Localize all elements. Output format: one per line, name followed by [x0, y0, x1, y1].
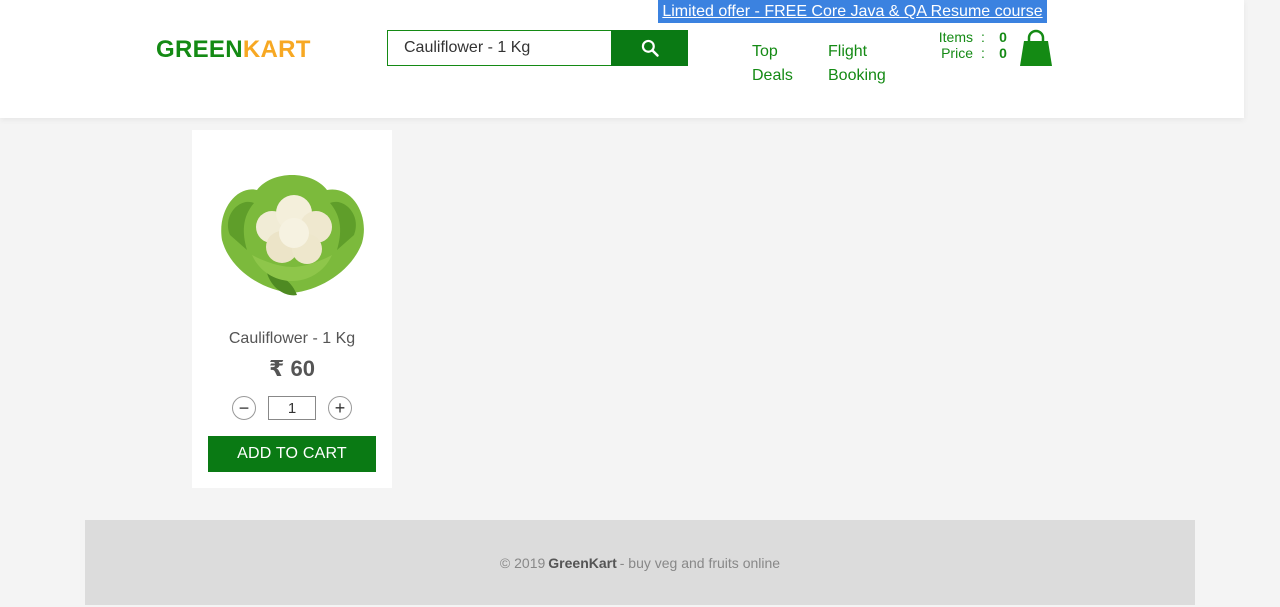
nav-top-deals[interactable]: Top Deals — [752, 40, 793, 88]
brand-logo-kart: KART — [242, 36, 311, 63]
nav-flight-booking[interactable]: Flight Booking — [828, 40, 886, 88]
cart-items-label: Items — [938, 29, 973, 45]
footer-tagline: - buy veg and fruits online — [619, 554, 781, 571]
brand-logo-green: GREEN — [156, 36, 243, 63]
limited-offer-link[interactable]: Limited offer - FREE Core Java & QA Resu… — [658, 0, 1047, 23]
cart-items-separator: : — [981, 29, 985, 45]
cart-price-total: 0 — [999, 45, 1007, 61]
cart-price-label: Price — [941, 45, 973, 61]
search-input[interactable] — [387, 30, 612, 66]
cart-button[interactable] — [1018, 29, 1054, 67]
product-image-cauliflower — [221, 175, 364, 296]
nav-flight-booking-line1: Flight — [828, 43, 868, 60]
footer-brand: GreenKart — [548, 554, 617, 571]
cart-items-count: 0 — [999, 29, 1007, 45]
cart-info: Items : 0 Price : 0 — [920, 29, 1013, 61]
footer-copyright: © 2019 — [499, 554, 546, 571]
nav-top-deals-line1: Top — [752, 43, 778, 60]
search-icon — [641, 39, 659, 57]
nav-top-deals-line2: Deals — [752, 67, 793, 84]
increment-button[interactable]: + — [328, 396, 352, 420]
nav-flight-booking-line2: Booking — [828, 67, 886, 84]
add-to-cart-button[interactable]: ADD TO CART — [208, 436, 376, 472]
brand-logo: GREENKART — [156, 36, 311, 64]
search-button[interactable] — [611, 30, 688, 66]
quantity-input[interactable] — [268, 396, 316, 420]
cart-price-separator: : — [981, 45, 985, 61]
shopping-bag-icon — [1020, 29, 1052, 66]
decrement-button[interactable]: − — [232, 396, 256, 420]
footer: © 2019 GreenKart - buy veg and fruits on… — [85, 520, 1195, 605]
product-price: ₹ 60 — [269, 356, 315, 381]
product-name: Cauliflower - 1 Kg — [228, 330, 356, 347]
